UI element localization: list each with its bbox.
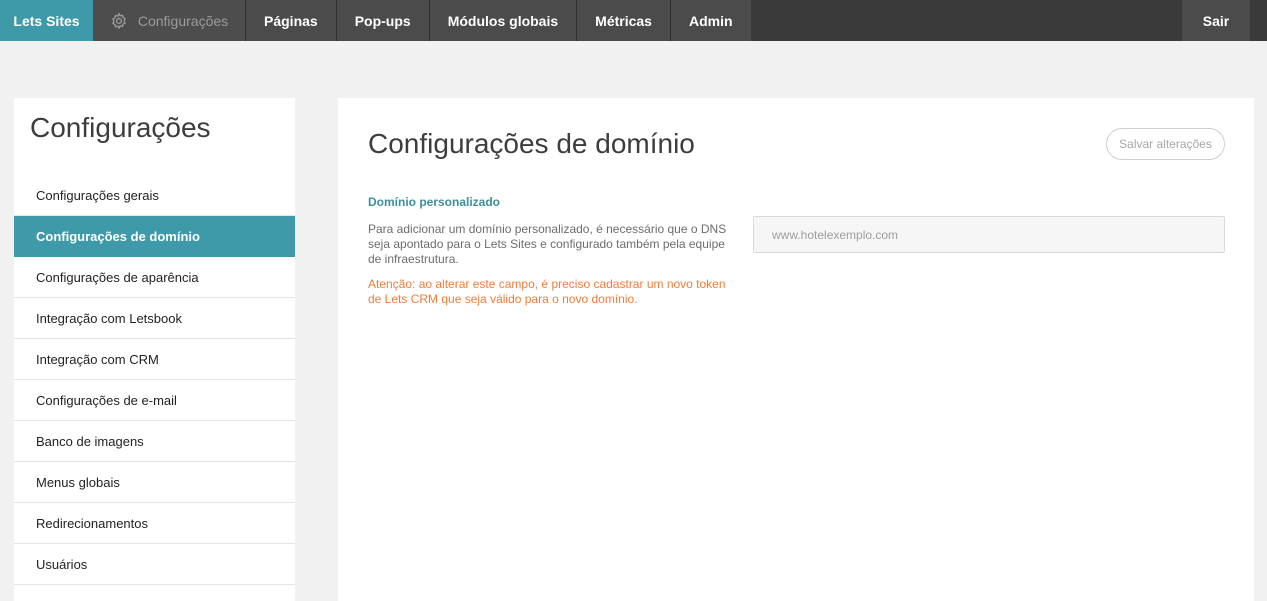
nav-modulos-globais[interactable]: Módulos globais	[429, 0, 577, 41]
sidebar-item-integracao-letsbook[interactable]: Integração com Letsbook	[14, 298, 295, 339]
brand-link[interactable]: Lets Sites	[0, 0, 93, 41]
save-changes-button[interactable]: Salvar alterações	[1106, 128, 1225, 160]
nav-popups[interactable]: Pop-ups	[336, 0, 429, 41]
sidebar-item-configuracoes-aparencia[interactable]: Configurações de aparência	[14, 257, 295, 298]
settings-menu: Configurações gerais Configurações de do…	[14, 175, 295, 585]
sidebar-item-integracao-crm[interactable]: Integração com CRM	[14, 339, 295, 380]
domain-settings-panel: Configurações de domínio Salvar alteraçõ…	[338, 98, 1254, 601]
nav-admin[interactable]: Admin	[670, 0, 751, 41]
page-title: Configurações de domínio	[368, 128, 695, 159]
gear-icon	[112, 12, 126, 29]
custom-domain-input[interactable]	[753, 216, 1225, 253]
sidebar-item-configuracoes-email[interactable]: Configurações de e-mail	[14, 380, 295, 421]
sidebar-item-redirecionamentos[interactable]: Redirecionamentos	[14, 503, 295, 544]
settings-sidebar: Configurações Configurações gerais Confi…	[14, 98, 295, 601]
logout-button[interactable]: Sair	[1182, 0, 1250, 41]
sidebar-item-banco-imagens[interactable]: Banco de imagens	[14, 421, 295, 462]
sidebar-title: Configurações	[30, 112, 211, 143]
nav-configuracoes[interactable]: Configurações	[93, 0, 245, 41]
nav-configuracoes-label: Configurações	[137, 12, 229, 29]
nav-metricas[interactable]: Métricas	[577, 0, 670, 41]
top-navigation-bar: Lets Sites Configurações Páginas Pop-ups…	[0, 0, 1267, 41]
sidebar-item-menus-globais[interactable]: Menus globais	[14, 462, 295, 503]
sidebar-item-configuracoes-dominio[interactable]: Configurações de domínio	[14, 216, 295, 257]
section-label-custom-domain: Domínio personalizado	[368, 195, 501, 209]
nav-paginas[interactable]: Páginas	[246, 0, 336, 41]
domain-warning: Atenção: ao alterar este campo, é precis…	[368, 277, 726, 306]
domain-description: Para adicionar um domínio personalizado,…	[368, 222, 727, 266]
sidebar-item-configuracoes-gerais[interactable]: Configurações gerais	[14, 175, 295, 216]
sidebar-item-usuarios[interactable]: Usuários	[14, 544, 295, 585]
